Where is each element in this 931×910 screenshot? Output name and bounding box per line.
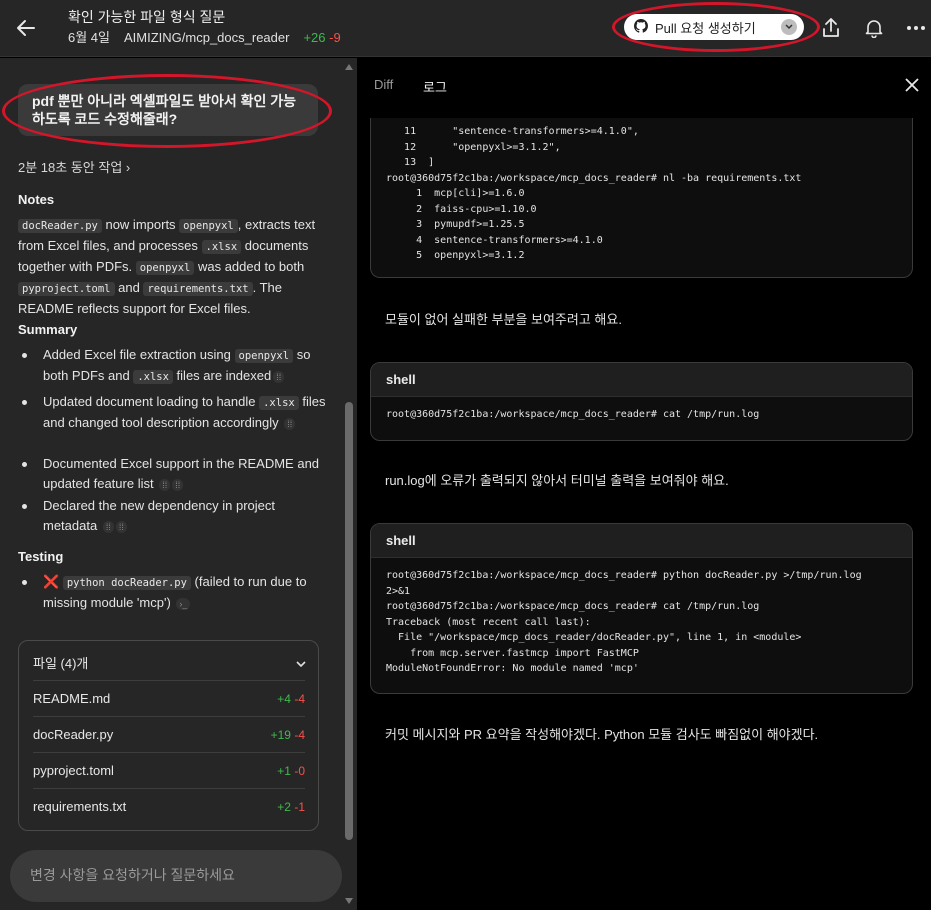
close-icon[interactable]: [905, 78, 919, 97]
chat-input[interactable]: [30, 867, 322, 883]
file-diff-stat: +19 -4: [271, 728, 305, 742]
file-row[interactable]: pyproject.toml +1 -0: [33, 752, 305, 788]
task-date: 6월 4일: [68, 30, 110, 45]
shell-label: shell: [371, 363, 912, 397]
summary-text: files are indexed: [172, 368, 272, 383]
chevron-down-icon[interactable]: [296, 655, 306, 673]
deletions-count: -9: [329, 30, 341, 45]
file-additions: +4: [277, 691, 291, 706]
inline-code: .xlsx: [201, 240, 242, 254]
bell-icon[interactable]: [861, 15, 887, 41]
agent-message: 모듈이 없어 실패한 부분을 보여주려고 해요.: [385, 312, 622, 327]
changed-files-card: 파일 (4)개 README.md +4 -4 docReader.py +19…: [18, 640, 319, 831]
github-icon: [634, 18, 648, 36]
task-title-block: 확인 가능한 파일 형식 질문 6월 4일 AIMIZING/mcp_docs_r…: [68, 8, 341, 46]
citation-icon[interactable]: ⁞⁞: [115, 520, 127, 533]
scroll-thumb[interactable]: [345, 402, 353, 840]
file-deletions: -4: [294, 691, 305, 706]
files-heading: 파일 (4)개: [33, 656, 89, 671]
code-output-text: 11 "sentence-transformers>=4.1.0", 12 "o…: [386, 126, 802, 261]
file-name: docReader.py: [33, 727, 114, 742]
file-row[interactable]: docReader.py +19 -4: [33, 716, 305, 752]
shell-output: root@360d75f2c1ba:/workspace/mcp_docs_re…: [386, 409, 760, 420]
repo-name[interactable]: AIMIZING/mcp_docs_reader: [124, 30, 289, 45]
agent-message: 커밋 메시지와 PR 요약을 작성해야겠다. Python 모듈 검사도 빠짐없…: [385, 727, 819, 742]
inline-code: .xlsx: [133, 370, 173, 384]
summary-heading: Summary: [18, 322, 78, 337]
file-additions: +19: [270, 727, 291, 742]
citation-icon[interactable]: ⁞⁞: [273, 370, 285, 383]
citation-icon[interactable]: ⁞⁞: [172, 478, 184, 491]
shell-output: root@360d75f2c1ba:/workspace/mcp_docs_re…: [386, 570, 862, 674]
more-options-icon[interactable]: [903, 15, 929, 41]
share-icon[interactable]: [818, 15, 844, 41]
inline-code: python docReader.py: [62, 576, 191, 590]
user-message: pdf 뿐만 아니라 엑셀파일도 받아서 확인 가능하도록 코드 수정해줄래?: [18, 84, 318, 136]
file-diff-stat: +4 -4: [277, 692, 305, 706]
summary-text: Declared the new dependency in project m…: [43, 498, 275, 533]
shell-label: shell: [371, 524, 912, 558]
summary-item: Declared the new dependency in project m…: [18, 496, 328, 536]
file-deletions: -4: [294, 727, 305, 742]
file-deletions: -0: [294, 763, 305, 778]
file-deletions: -1: [294, 799, 305, 814]
shell-block: shell root@360d75f2c1ba:/workspace/mcp_d…: [370, 362, 913, 441]
tab-log[interactable]: 로그: [423, 77, 447, 96]
top-bar: 확인 가능한 파일 형식 질문 6월 4일 AIMIZING/mcp_docs_r…: [0, 0, 931, 57]
log-panel: Diff 로그 11 "sentence-transformers>=4.1.0…: [357, 58, 931, 910]
citation-icon[interactable]: ⁞⁞: [159, 478, 171, 491]
summary-item: Updated document loading to handle .xlsx…: [18, 392, 328, 433]
chat-input-container[interactable]: [10, 850, 342, 902]
inline-code: openpyxl: [135, 261, 195, 275]
file-name: README.md: [33, 691, 111, 706]
tab-diff[interactable]: Diff: [374, 77, 393, 92]
summary-text: Updated document loading to handle: [43, 394, 260, 409]
chevron-down-icon[interactable]: [781, 19, 797, 35]
summary-item: Documented Excel support in the README a…: [18, 454, 328, 494]
testing-heading: Testing: [18, 549, 64, 564]
terminal-icon[interactable]: ›_: [176, 597, 191, 610]
inline-code: requirements.txt: [143, 282, 253, 296]
task-meta: 6월 4일 AIMIZING/mcp_docs_reader +26 -9: [68, 30, 341, 46]
file-additions: +1: [277, 763, 291, 778]
citation-icon[interactable]: ⁞⁞: [284, 417, 296, 430]
create-pull-request-button[interactable]: Pull 요청 생성하기: [624, 14, 804, 40]
notes-text: docReader.py now imports openpyxl, extra…: [18, 215, 328, 319]
inline-code: .xlsx: [259, 396, 299, 410]
create-pull-request-label: Pull 요청 생성하기: [655, 20, 756, 36]
notes-heading: Notes: [18, 192, 55, 207]
file-diff-stat: +2 -1: [277, 800, 305, 814]
failed-icon: ❌: [43, 574, 60, 589]
agent-message: run.log에 오류가 출력되지 않아서 터미널 출력을 보여줘야 해요.: [385, 473, 729, 488]
inline-code: openpyxl: [234, 349, 294, 363]
work-duration-toggle[interactable]: 2분 18초 동안 작업 ›: [18, 157, 130, 176]
file-diff-stat: +1 -0: [277, 764, 305, 778]
notes-text-part: now imports: [101, 217, 180, 232]
code-output-block: 11 "sentence-transformers>=4.1.0", 12 "o…: [370, 118, 913, 278]
inline-code: docReader.py: [18, 219, 102, 233]
scroll-down-icon[interactable]: [345, 898, 353, 904]
notes-text-part: was added to both: [194, 259, 305, 274]
inline-code: pyproject.toml: [18, 282, 115, 296]
file-name: requirements.txt: [33, 799, 127, 814]
file-name: pyproject.toml: [33, 763, 114, 778]
scroll-up-icon[interactable]: [345, 64, 353, 70]
task-title: 확인 가능한 파일 형식 질문: [68, 9, 226, 25]
shell-block: shell root@360d75f2c1ba:/workspace/mcp_d…: [370, 523, 913, 694]
testing-item: ❌ python docReader.py (failed to run due…: [18, 572, 328, 613]
summary-text: Added Excel file extraction using: [43, 347, 235, 362]
work-duration-label: 2분 18초 동안 작업: [18, 160, 123, 175]
notes-text-part: and: [114, 280, 144, 295]
citation-icon[interactable]: ⁞⁞: [102, 520, 114, 533]
file-row[interactable]: requirements.txt +2 -1: [33, 788, 305, 824]
back-arrow-icon[interactable]: [12, 14, 40, 42]
chat-panel: pdf 뿐만 아니라 엑셀파일도 받아서 확인 가능하도록 코드 수정해줄래? …: [0, 58, 357, 910]
chat-scrollbar[interactable]: [342, 58, 356, 910]
file-row[interactable]: README.md +4 -4: [33, 680, 305, 716]
inline-code: openpyxl: [179, 219, 238, 233]
summary-item: Added Excel file extraction using openpy…: [18, 345, 328, 387]
additions-count: +26: [303, 30, 326, 45]
chevron-right-icon: ›: [125, 160, 131, 175]
file-additions: +2: [277, 799, 291, 814]
